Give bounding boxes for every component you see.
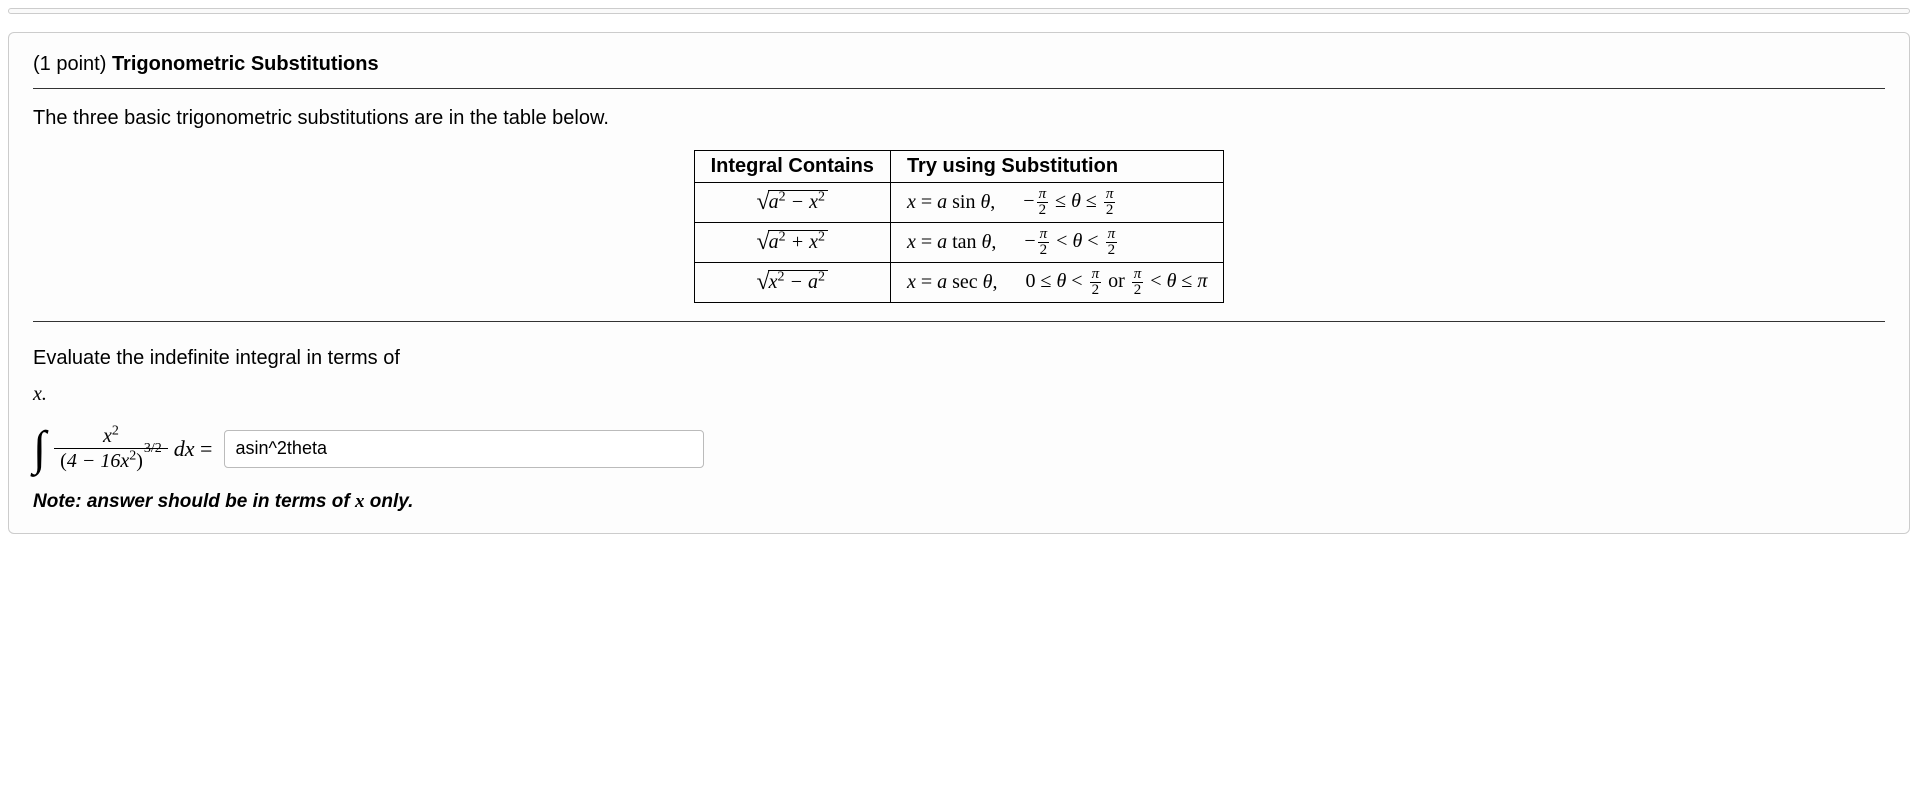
integral-sign-icon: ∫ bbox=[33, 432, 46, 466]
note-var: x bbox=[355, 491, 365, 512]
note-tail: only. bbox=[370, 491, 414, 512]
evaluate-text: Evaluate the indefinite integral in term… bbox=[33, 340, 1885, 412]
integral-row: ∫ x2 (4 − 16x2)3/2 dx = bbox=[33, 424, 1885, 473]
cell-sub-2: x = a tan θ, −π2 < θ < π2 bbox=[890, 223, 1223, 263]
intro-text: The three basic trigonometric substituti… bbox=[33, 107, 1885, 130]
problem-title: Trigonometric Substitutions bbox=[112, 53, 379, 75]
points-label: (1 point) bbox=[33, 53, 106, 75]
table-header-row: Integral Contains Try using Substitution bbox=[694, 151, 1224, 183]
eval-lead: Evaluate the indefinite integral in term… bbox=[33, 347, 400, 369]
note-lead: Note: answer should be in terms of bbox=[33, 491, 350, 512]
answer-input[interactable] bbox=[224, 430, 704, 468]
cell-sub-1: x = a sin θ, −π2 ≤ θ ≤ π2 bbox=[890, 183, 1223, 223]
problem-header: (1 point) Trigonometric Substitutions bbox=[33, 53, 1885, 88]
cell-contains-1: √a2 − x2 bbox=[694, 183, 890, 223]
col-header-substitution: Try using Substitution bbox=[890, 151, 1223, 183]
substitution-table: Integral Contains Try using Substitution… bbox=[694, 150, 1225, 303]
integral-expression: ∫ x2 (4 − 16x2)3/2 dx = bbox=[33, 424, 212, 473]
cell-contains-3: √x2 − a2 bbox=[694, 263, 890, 303]
table-row: √x2 − a2 x = a sec θ, 0 ≤ θ < π2 or π2 <… bbox=[694, 263, 1224, 303]
table-wrapper: Integral Contains Try using Substitution… bbox=[33, 150, 1885, 303]
table-row: √a2 + x2 x = a tan θ, −π2 < θ < π2 bbox=[694, 223, 1224, 263]
note-text: Note: answer should be in terms of x onl… bbox=[33, 491, 1885, 513]
top-panel-edge bbox=[8, 8, 1910, 14]
cell-sub-3: x = a sec θ, 0 ≤ θ < π2 or π2 < θ ≤ π bbox=[890, 263, 1223, 303]
header-divider bbox=[33, 88, 1885, 89]
problem-container: (1 point) Trigonometric Substitutions Th… bbox=[8, 32, 1910, 534]
col-header-contains: Integral Contains bbox=[694, 151, 890, 183]
integrand-fraction: x2 (4 − 16x2)3/2 bbox=[54, 424, 168, 473]
table-divider bbox=[33, 321, 1885, 322]
cell-contains-2: √a2 + x2 bbox=[694, 223, 890, 263]
table-row: √a2 − x2 x = a sin θ, −π2 ≤ θ ≤ π2 bbox=[694, 183, 1224, 223]
eval-var: x. bbox=[33, 383, 47, 405]
